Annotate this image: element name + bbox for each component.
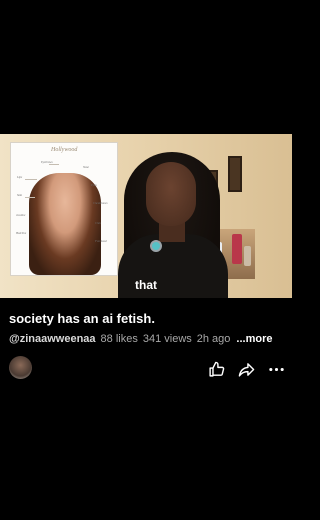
post-title[interactable]: society has an ai fetish. — [9, 311, 155, 326]
post-meta: @zinaawweenaa 88 likes 341 views 2h ago … — [9, 333, 273, 345]
shelf-item — [244, 246, 251, 266]
card-line — [25, 179, 37, 180]
card-label: Nose — [83, 165, 89, 169]
wall-frame — [228, 156, 242, 192]
avatar[interactable] — [9, 356, 32, 379]
card-portrait — [29, 173, 101, 275]
card-brand: Hollywood — [51, 147, 78, 153]
card-label: Jawline — [16, 213, 26, 217]
author-handle[interactable]: @zinaawweenaa — [9, 333, 96, 345]
card-label: Chin — [95, 221, 101, 225]
more-link[interactable]: ...more — [236, 333, 272, 345]
more-menu-button[interactable] — [266, 359, 286, 379]
video-caption: that — [135, 278, 157, 292]
shelf-item — [232, 234, 242, 264]
thumbs-up-icon — [208, 361, 224, 377]
card-line — [25, 197, 35, 198]
post-age: 2h ago — [196, 333, 231, 345]
card-label: Eyes — [91, 183, 97, 187]
card-label: Forehead — [95, 239, 107, 243]
card-label: Lips — [17, 175, 23, 179]
card-label: Hairline — [16, 231, 27, 235]
video-player[interactable]: Hollywood Eyebrows Nose Lips Eyes Skin C… — [0, 134, 292, 298]
card-label: Skin — [17, 193, 23, 197]
card-label: Cheekbones — [93, 201, 108, 205]
person-face — [146, 162, 196, 226]
card-line — [49, 164, 59, 165]
more-dots-icon — [268, 367, 284, 371]
like-button[interactable] — [206, 359, 226, 379]
like-count: 88 likes — [100, 333, 138, 345]
share-button[interactable] — [236, 359, 256, 379]
share-arrow-icon — [238, 362, 254, 377]
overlay-image-card: Hollywood Eyebrows Nose Lips Eyes Skin C… — [10, 142, 118, 276]
view-count: 341 views — [142, 333, 192, 345]
bolo-tie — [150, 240, 162, 252]
